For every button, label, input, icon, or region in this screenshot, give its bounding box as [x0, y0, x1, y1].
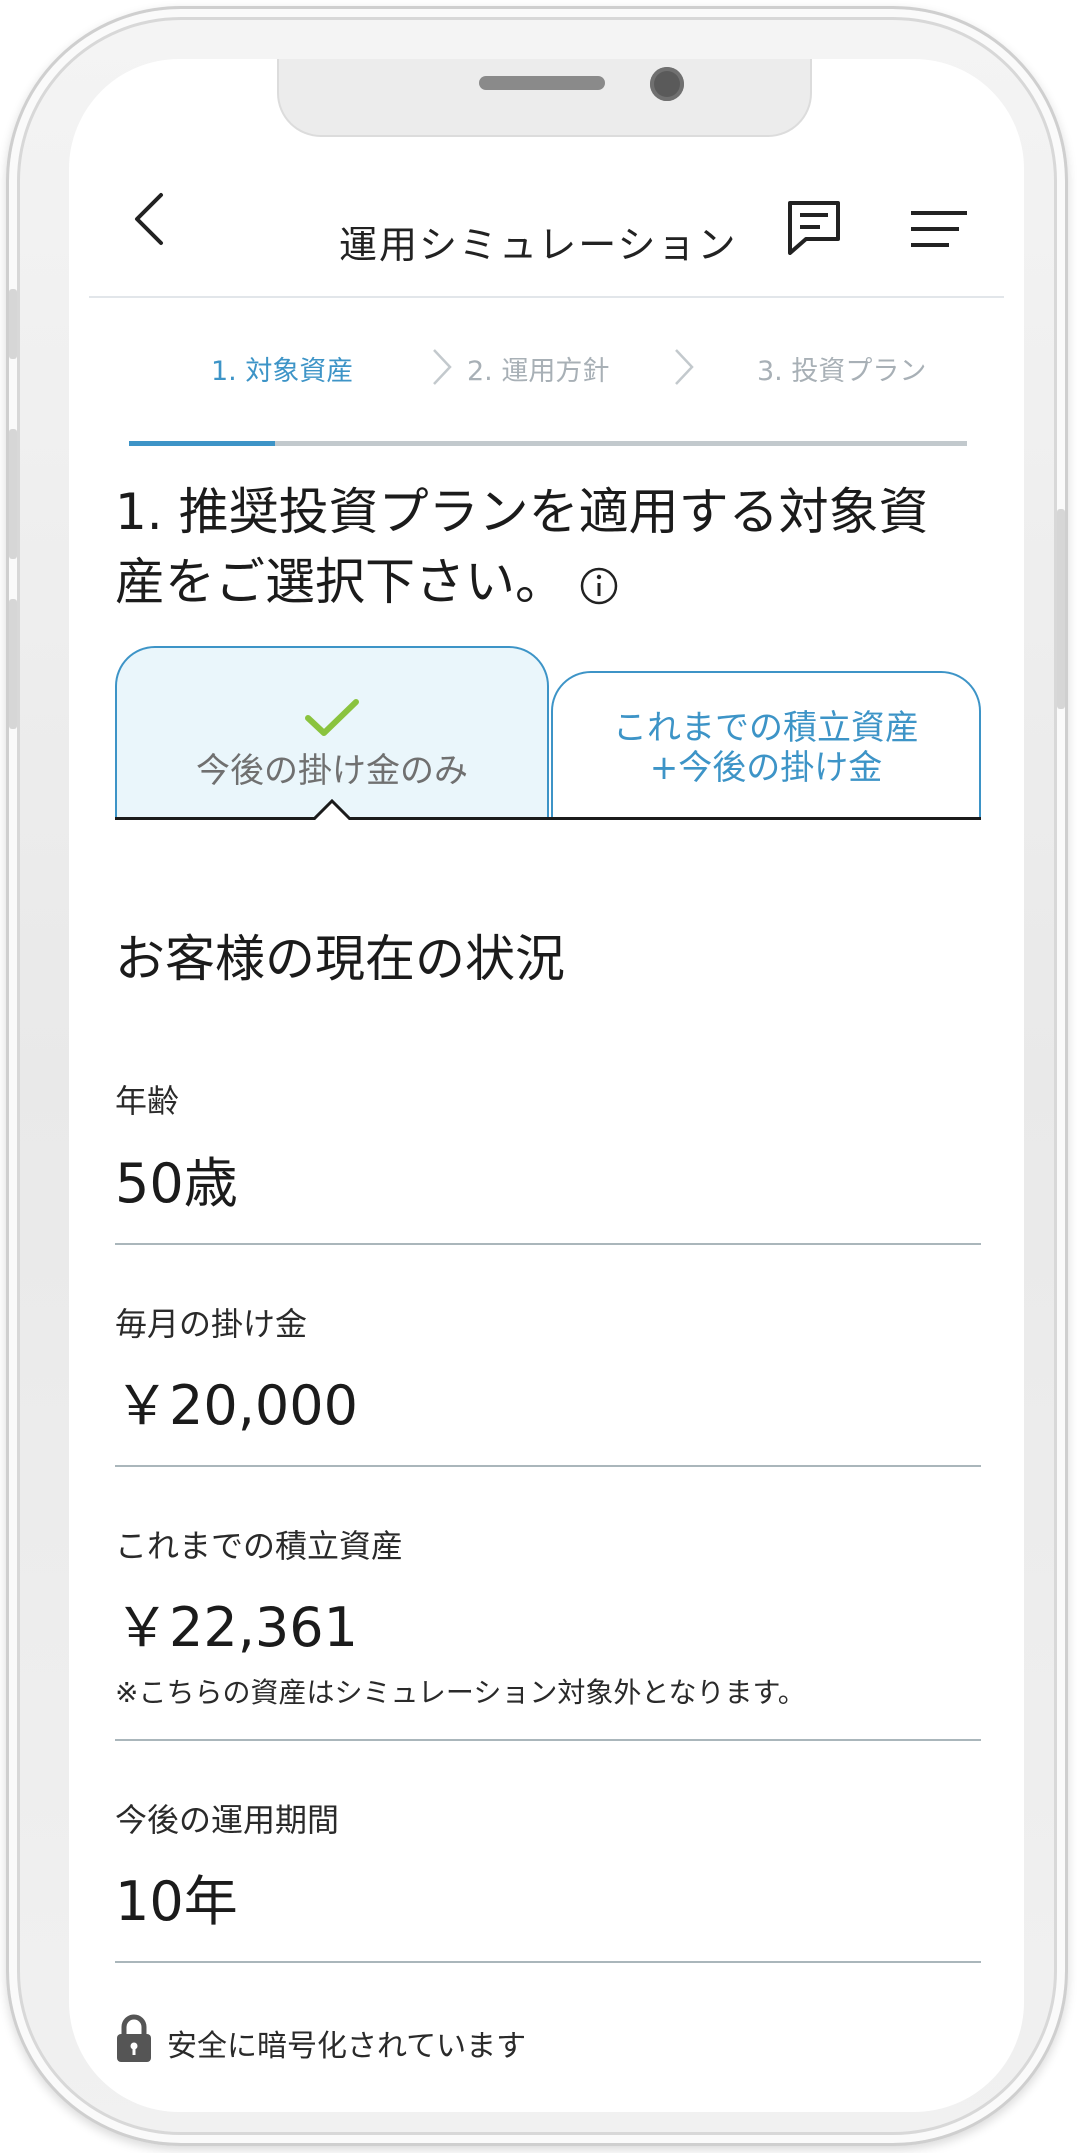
phone-power-button — [1057, 509, 1065, 709]
age-value: 50歳 — [115, 1152, 238, 1215]
checkmark-icon — [305, 699, 359, 736]
monthly-contribution-label: 毎月の掛け金 — [115, 1305, 308, 1343]
divider — [115, 1465, 981, 1467]
chevron-left-icon — [135, 193, 163, 245]
screen: 運用シミュレーション 1. 対象資産 2. 運用方針 3. 投資プラン 1. 推… — [69, 59, 1024, 2112]
option-label: これまでの積立資産 +今後の掛け金 — [553, 708, 979, 788]
divider — [115, 1739, 981, 1741]
status-heading: お客様の現在の状況 — [115, 930, 565, 988]
chevron-right-icon — [433, 349, 452, 385]
back-button[interactable] — [129, 191, 169, 247]
divider — [115, 1961, 981, 1963]
option-label-line1: これまでの積立資産 — [613, 708, 919, 748]
hamburger-menu-icon — [911, 211, 967, 247]
accumulated-assets-label: これまでの積立資産 — [115, 1527, 404, 1565]
step-2[interactable]: 2. 運用方針 — [467, 349, 609, 388]
security-text: 安全に暗号化されています — [167, 2029, 527, 2064]
question-text: 1. 推奨投資プランを適用する対象資産をご選択下さい。 — [115, 483, 929, 611]
options-baseline — [115, 817, 981, 820]
step-1[interactable]: 1. 対象資産 — [211, 349, 353, 388]
speaker — [479, 76, 605, 90]
option-label-line2: +今後の掛け金 — [649, 748, 883, 788]
divider — [115, 1243, 981, 1245]
page-title: 運用シミュレーション — [339, 223, 738, 267]
investment-period-label: 今後の運用期間 — [115, 1801, 340, 1839]
option-accumulated-plus-future[interactable]: これまでの積立資産 +今後の掛け金 — [551, 671, 981, 819]
app-header: 運用シミュレーション — [89, 169, 1004, 267]
phone-frame: 運用シミュレーション 1. 対象資産 2. 運用方針 3. 投資プラン 1. 推… — [6, 6, 1068, 2146]
phone-side-button — [9, 289, 17, 359]
accumulated-assets-value: ￥22,361 — [115, 1596, 358, 1659]
info-icon[interactable] — [579, 566, 619, 606]
investment-period-value: 10年 — [115, 1870, 238, 1933]
notch — [277, 59, 812, 137]
phone-volume-up — [9, 429, 17, 559]
monthly-contribution-value: ￥20,000 — [115, 1374, 358, 1437]
lock-icon — [117, 2014, 151, 2062]
front-camera — [650, 67, 684, 101]
progress-fill — [129, 441, 275, 446]
phone-volume-down — [9, 599, 17, 729]
step-3[interactable]: 3. 投資プラン — [757, 349, 926, 388]
header-divider — [89, 296, 1004, 298]
chat-button[interactable] — [784, 199, 844, 255]
chat-icon — [788, 201, 840, 255]
step-indicator: 1. 対象資産 2. 運用方針 3. 投資プラン — [69, 339, 1024, 399]
accumulated-assets-note: ※こちらの資産はシミュレーション対象外となります。 — [115, 1676, 806, 1709]
option-label: 今後の掛け金のみ — [196, 751, 468, 791]
selected-pointer-icon — [314, 799, 350, 821]
menu-button[interactable] — [909, 209, 969, 249]
chevron-right-icon — [675, 349, 694, 385]
question-heading: 1. 推奨投資プランを適用する対象資産をご選択下さい。 — [115, 477, 975, 617]
age-label: 年齢 — [115, 1082, 180, 1120]
option-future-contributions[interactable]: 今後の掛け金のみ — [115, 646, 549, 819]
